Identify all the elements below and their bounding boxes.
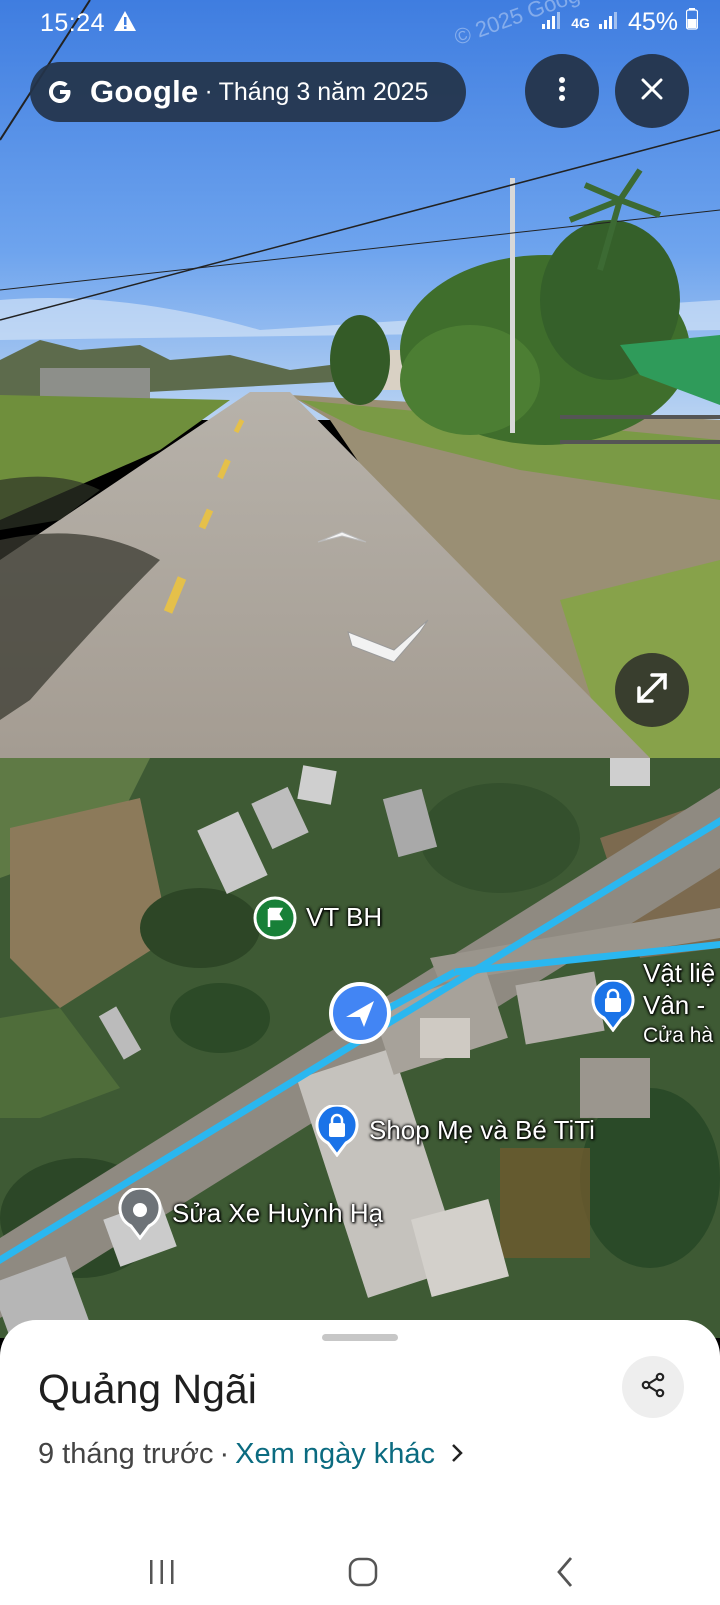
home-button[interactable]	[333, 1549, 393, 1599]
place-marker-shop-me-va-be[interactable]	[315, 1103, 359, 1162]
share-button[interactable]	[622, 1356, 684, 1418]
place-label-vat-lieu-1[interactable]: Vật liệ	[643, 958, 715, 989]
signal-icon	[541, 8, 563, 37]
close-icon	[641, 78, 663, 105]
battery-percent: 45%	[627, 8, 678, 36]
system-nav-bar	[0, 1545, 720, 1605]
place-marker-vat-lieu[interactable]	[591, 978, 635, 1037]
place-marker-vt-bh[interactable]	[253, 896, 297, 945]
network-type-label: 4G	[571, 14, 590, 31]
shopping-bag-icon	[315, 1103, 359, 1158]
place-bottom-sheet[interactable]: Quảng Ngãi 9 tháng trước · Xem ngày khác	[0, 1320, 720, 1605]
status-indicators: 4G 45%	[541, 8, 699, 37]
status-time: 15:24	[40, 9, 106, 37]
capture-age: 9 tháng trước	[38, 1438, 214, 1470]
more-options-button[interactable]	[525, 54, 599, 128]
place-pin-icon	[118, 1186, 162, 1241]
recent-apps-icon	[147, 1558, 177, 1591]
capture-info-chip[interactable]: Google · Tháng 3 năm 2025	[30, 62, 466, 122]
place-label-vat-lieu-3[interactable]: Cửa hà	[643, 1024, 713, 1048]
signal-icon-2	[598, 8, 620, 37]
back-icon	[555, 1556, 575, 1593]
expand-button[interactable]	[615, 653, 689, 727]
battery-icon	[685, 8, 699, 37]
flag-icon	[253, 896, 297, 940]
expand-icon	[634, 670, 670, 711]
status-bar: 15:24 4G 45%	[0, 0, 720, 46]
capture-meta-row: 9 tháng trước · Xem ngày khác	[38, 1438, 463, 1471]
brand-label: Google	[90, 74, 199, 109]
home-icon	[348, 1557, 378, 1592]
more-vert-icon	[558, 76, 566, 107]
google-g-icon	[46, 78, 74, 106]
back-button[interactable]	[535, 1549, 595, 1599]
drag-handle[interactable]	[322, 1334, 398, 1341]
separator: ·	[219, 1438, 230, 1470]
satellite-map[interactable]: VT BH Vật liệ Vân - Cửa hà Shop Mẹ và Bé…	[0, 758, 720, 1338]
place-title: Quảng Ngãi	[38, 1366, 257, 1412]
chevron-right-icon[interactable]	[451, 1438, 463, 1471]
place-label-shop-me-va-be[interactable]: Shop Mẹ và Bé TiTi	[369, 1115, 595, 1146]
place-label-vt-bh[interactable]: VT BH	[306, 902, 382, 933]
warning-icon	[113, 10, 137, 39]
separator: ·	[204, 78, 213, 105]
place-label-sua-xe[interactable]: Sửa Xe Huỳnh Hạ	[172, 1198, 383, 1229]
navigation-arrow-icon	[329, 982, 391, 1044]
place-marker-sua-xe[interactable]	[118, 1186, 162, 1245]
other-dates-link[interactable]: Xem ngày khác	[235, 1438, 435, 1471]
share-icon	[639, 1371, 667, 1404]
location-marker[interactable]	[328, 981, 392, 1050]
place-label-vat-lieu-2[interactable]: Vân -	[643, 990, 705, 1021]
recent-apps-button[interactable]	[132, 1549, 192, 1599]
capture-date: Tháng 3 năm 2025	[218, 77, 429, 106]
close-button[interactable]	[615, 54, 689, 128]
shopping-bag-icon	[591, 978, 635, 1033]
street-view-panel[interactable]: © 2025 Google 15:24 4G 45% Google · Thán…	[0, 0, 720, 758]
